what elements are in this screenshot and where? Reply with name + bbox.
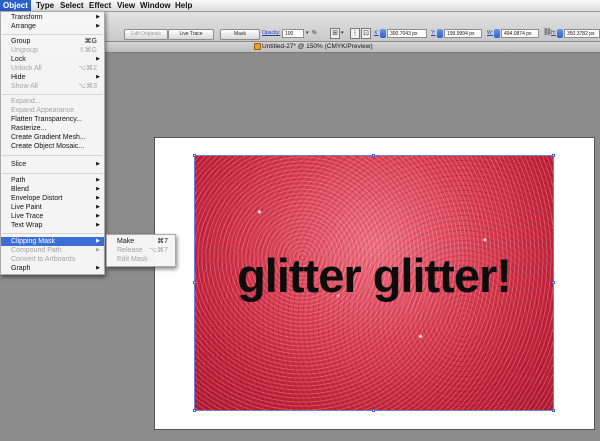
menu-item-graph[interactable]: Graph ▶ <box>1 264 104 273</box>
menu-type[interactable]: Type <box>33 0 57 11</box>
menu-item-transform[interactable]: Transform ▶ <box>1 13 104 22</box>
menu-item-path[interactable]: Path ▶ <box>1 176 104 185</box>
clipping-mask-submenu: Make ⌘7 Release ⌥⌘7 Edit Mask <box>106 234 176 267</box>
menu-item-clipping-mask[interactable]: Clipping Mask ▶ <box>1 237 104 246</box>
menu-separator <box>2 173 103 174</box>
selection-handle-bottom-right[interactable] <box>552 409 555 412</box>
w-stepper-icon[interactable] <box>494 29 500 38</box>
selection-handle-top-left[interactable] <box>193 154 196 157</box>
menu-item-convert-to-artboards[interactable]: Convert to Artboards <box>1 255 104 264</box>
menu-item-expand[interactable]: Expand... <box>1 97 104 106</box>
live-trace-button[interactable]: Live Trace <box>168 29 214 40</box>
x-field[interactable]: 300.7043 px <box>387 29 427 38</box>
document-title[interactable]: Untitled-27* @ 150% (CMYK/Preview) <box>262 42 373 52</box>
mask-button[interactable]: Mask <box>220 29 260 40</box>
menu-item-flatten-transparency[interactable]: Flatten Transparency... <box>1 115 104 124</box>
submenu-item-edit-mask[interactable]: Edit Mask <box>107 255 175 264</box>
selection-handle-bottom-left[interactable] <box>193 409 196 412</box>
selection-handle-middle-right[interactable] <box>552 281 555 284</box>
menu-select[interactable]: Select <box>57 0 87 11</box>
menu-item-ungroup[interactable]: Ungroup ⇧⌘G <box>1 46 104 55</box>
artwork-text[interactable]: glitter glitter! <box>195 248 553 303</box>
glitter-image[interactable]: glitter glitter! <box>194 155 554 411</box>
h-field[interactable]: 350.3782 px <box>564 29 600 38</box>
y-stepper-icon[interactable] <box>437 29 443 38</box>
selection-handle-top-right[interactable] <box>552 154 555 157</box>
menu-window[interactable]: Window <box>137 0 174 11</box>
submenu-arrow-icon: ▶ <box>96 14 100 20</box>
menu-item-compound-path[interactable]: Compound Path ▶ <box>1 246 104 255</box>
x-stepper-icon[interactable] <box>380 29 386 38</box>
h-stepper-icon[interactable] <box>557 29 563 38</box>
submenu-arrow-icon: ▶ <box>96 247 100 253</box>
submenu-arrow-icon: ▶ <box>96 161 100 167</box>
y-field[interactable]: 199.9994 px <box>444 29 482 38</box>
menu-item-live-paint[interactable]: Live Paint ▶ <box>1 203 104 212</box>
submenu-arrow-icon: ▶ <box>96 23 100 29</box>
submenu-arrow-icon: ▶ <box>96 195 100 201</box>
y-label[interactable]: Y: <box>431 29 435 38</box>
menu-item-blend[interactable]: Blend ▶ <box>1 185 104 194</box>
object-menu: Transform ▶ Arrange ▶ Group ⌘G Ungroup ⇧⌘G L… <box>0 11 105 275</box>
submenu-arrow-icon: ▶ <box>96 213 100 219</box>
menu-separator <box>2 94 103 95</box>
menu-item-text-wrap[interactable]: Text Wrap ▶ <box>1 221 104 230</box>
selection-handle-bottom-middle[interactable] <box>372 409 375 412</box>
menu-item-envelope-distort[interactable]: Envelope Distort ▶ <box>1 194 104 203</box>
submenu-arrow-icon: ▶ <box>96 186 100 192</box>
menu-item-arrange[interactable]: Arrange ▶ <box>1 22 104 31</box>
submenu-arrow-icon: ▶ <box>96 238 100 244</box>
menu-item-expand-appearance[interactable]: Expand Appearance <box>1 106 104 115</box>
percent-label: % <box>312 30 317 36</box>
x-label[interactable]: X: <box>374 29 379 38</box>
menu-separator <box>2 233 103 234</box>
menu-separator <box>2 155 103 156</box>
submenu-item-make[interactable]: Make ⌘7 <box>107 237 175 246</box>
menu-item-group[interactable]: Group ⌘G <box>1 37 104 46</box>
align-dropdown-icon[interactable]: ▾ <box>341 29 344 38</box>
submenu-item-release[interactable]: Release ⌥⌘7 <box>107 246 175 255</box>
submenu-arrow-icon: ▶ <box>96 265 100 271</box>
menu-item-show-all[interactable]: Show All ⌥⌘3 <box>1 82 104 91</box>
submenu-arrow-icon: ▶ <box>96 204 100 210</box>
reference-point-icon[interactable]: ⊞ <box>330 28 340 39</box>
menu-help[interactable]: Help <box>172 0 195 11</box>
menu-item-create-object-mosaic[interactable]: Create Object Mosaic... <box>1 142 104 151</box>
menu-item-unlock-all[interactable]: Unlock All ⌥⌘2 <box>1 64 104 73</box>
w-field[interactable]: 494.0874 px <box>501 29 539 38</box>
submenu-arrow-icon: ▶ <box>96 222 100 228</box>
selection-handle-top-middle[interactable] <box>372 154 375 157</box>
menu-item-live-trace[interactable]: Live Trace ▶ <box>1 212 104 221</box>
opacity-dropdown-icon[interactable]: ▾ <box>306 29 309 38</box>
selection-handle-middle-left[interactable] <box>193 281 196 284</box>
menu-separator <box>2 34 103 35</box>
h-label[interactable]: H: <box>551 29 556 38</box>
transform-icon[interactable]: ⊡ <box>361 28 371 39</box>
menu-item-hide[interactable]: Hide ▶ <box>1 73 104 82</box>
menu-item-rasterize[interactable]: Rasterize... <box>1 124 104 133</box>
illustrator-doc-icon <box>254 43 261 50</box>
edit-originals-button[interactable]: Edit Originals <box>124 29 168 40</box>
opacity-label[interactable]: Opacity: <box>262 29 280 38</box>
menu-item-create-gradient-mesh[interactable]: Create Gradient Mesh... <box>1 133 104 142</box>
align-icon[interactable]: ⋮ <box>350 28 360 39</box>
submenu-arrow-icon: ▶ <box>96 56 100 62</box>
menu-view[interactable]: View <box>114 0 138 11</box>
submenu-arrow-icon: ▶ <box>96 177 100 183</box>
menu-effect[interactable]: Effect <box>86 0 114 11</box>
submenu-arrow-icon: ▶ <box>96 74 100 80</box>
menu-object[interactable]: Object <box>0 0 31 11</box>
w-label[interactable]: W: <box>487 29 493 38</box>
menu-item-slice[interactable]: Slice ▶ <box>1 160 104 169</box>
opacity-field[interactable]: 100 <box>282 29 304 38</box>
menu-item-lock[interactable]: Lock ▶ <box>1 55 104 64</box>
